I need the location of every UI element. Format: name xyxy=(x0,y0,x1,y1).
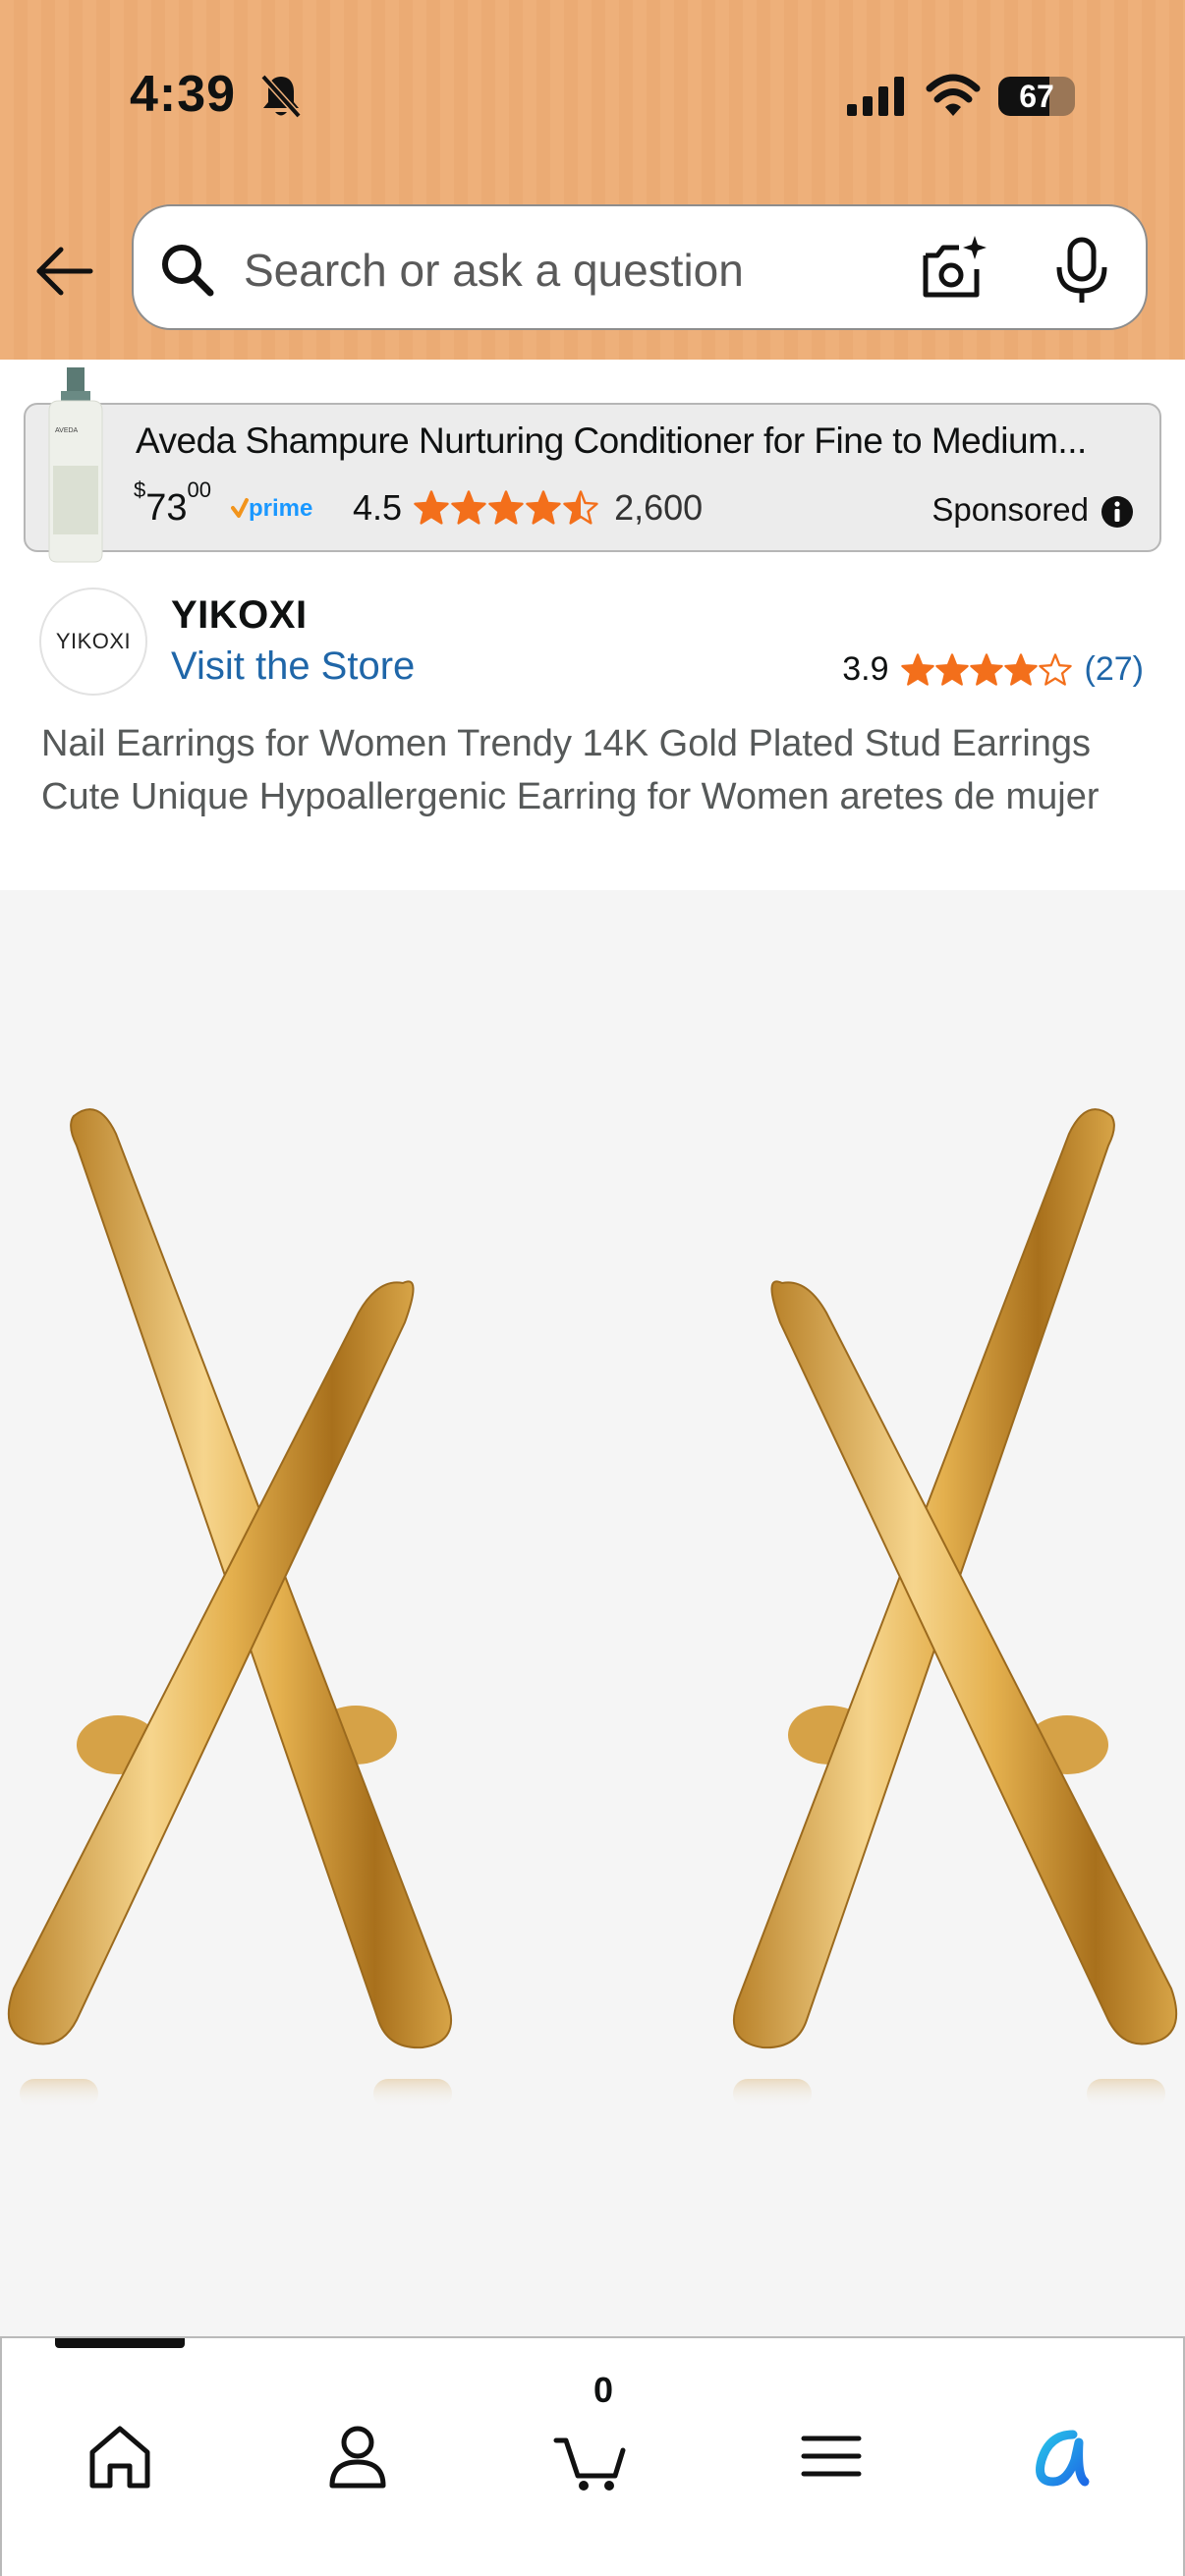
battery-percent: 67 xyxy=(1019,79,1054,114)
price-whole: 73 xyxy=(145,486,188,529)
sponsored-ad[interactable]: AVEDA Aveda Shampure Nurturing Condition… xyxy=(24,367,1161,563)
product-image[interactable] xyxy=(0,890,1185,2336)
star-icon xyxy=(488,490,524,525)
store-rating-value: 3.9 xyxy=(842,650,889,688)
microphone-icon[interactable] xyxy=(1053,236,1110,305)
right-earring xyxy=(733,1108,1178,2108)
menu-icon[interactable] xyxy=(792,2417,871,2495)
price-symbol: $ xyxy=(134,476,146,502)
store-rating[interactable]: 3.9 (27) xyxy=(842,650,1144,689)
bell-muted-icon xyxy=(260,74,302,119)
star-icon xyxy=(563,490,598,525)
star-icon xyxy=(900,652,934,686)
conditioner-bottle-image: AVEDA xyxy=(48,367,103,563)
home-icon[interactable] xyxy=(81,2417,159,2495)
left-earring xyxy=(7,1108,452,2108)
back-arrow-icon[interactable] xyxy=(33,240,96,303)
ad-details: $73 00 prime 4.5 2,600 xyxy=(134,477,704,532)
battery-indicator: 67 xyxy=(998,77,1075,116)
account-icon[interactable] xyxy=(318,2417,397,2495)
ad-title[interactable]: Aveda Shampure Nurturing Conditioner for… xyxy=(136,420,1157,462)
visit-store-link[interactable]: Visit the Store xyxy=(171,644,415,689)
rufus-assistant-icon[interactable] xyxy=(1024,2417,1102,2495)
ad-price: $73 00 xyxy=(134,477,211,530)
ad-review-count: 2,600 xyxy=(614,487,704,528)
ad-star-rating xyxy=(414,490,600,526)
star-icon xyxy=(934,652,969,686)
active-tab-indicator xyxy=(55,2338,185,2348)
ad-rating: 4.5 xyxy=(353,487,403,528)
store-rating-count[interactable]: (27) xyxy=(1085,650,1144,689)
bottom-navigation: 0 xyxy=(0,2336,1185,2576)
store-star-rating xyxy=(900,652,1073,687)
cellular-signal-icon xyxy=(847,77,904,116)
svg-text:prime: prime xyxy=(249,495,312,522)
star-icon xyxy=(1038,652,1072,686)
search-icon xyxy=(162,245,214,297)
price-fraction: 00 xyxy=(187,476,212,502)
status-time: 4:39 xyxy=(130,66,237,123)
cart-count-badge: 0 xyxy=(592,2370,614,2410)
wifi-icon xyxy=(926,74,981,116)
camera-lens-icon[interactable] xyxy=(920,234,988,303)
header: 4:39 67 Search or ask a question xyxy=(0,0,1185,360)
brand-logo[interactable]: YIKOXI xyxy=(39,588,147,696)
info-icon[interactable] xyxy=(1100,495,1134,529)
star-icon xyxy=(1003,652,1038,686)
star-icon xyxy=(414,490,449,525)
ad-image-brand: AVEDA xyxy=(55,427,79,434)
cart-icon[interactable] xyxy=(552,2417,631,2495)
search-bar[interactable]: Search or ask a question xyxy=(132,204,1148,330)
sponsored-label: Sponsored xyxy=(931,491,1089,528)
prime-logo-icon: prime xyxy=(231,495,312,522)
brand-name: YIKOXI xyxy=(171,593,308,637)
search-input[interactable]: Search or ask a question xyxy=(244,244,744,297)
product-title: Nail Earrings for Women Trendy 14K Gold … xyxy=(41,723,1100,817)
star-icon xyxy=(969,652,1003,686)
star-icon xyxy=(526,490,561,525)
brand-logo-text: YIKOXI xyxy=(55,629,132,653)
star-icon xyxy=(451,490,486,525)
